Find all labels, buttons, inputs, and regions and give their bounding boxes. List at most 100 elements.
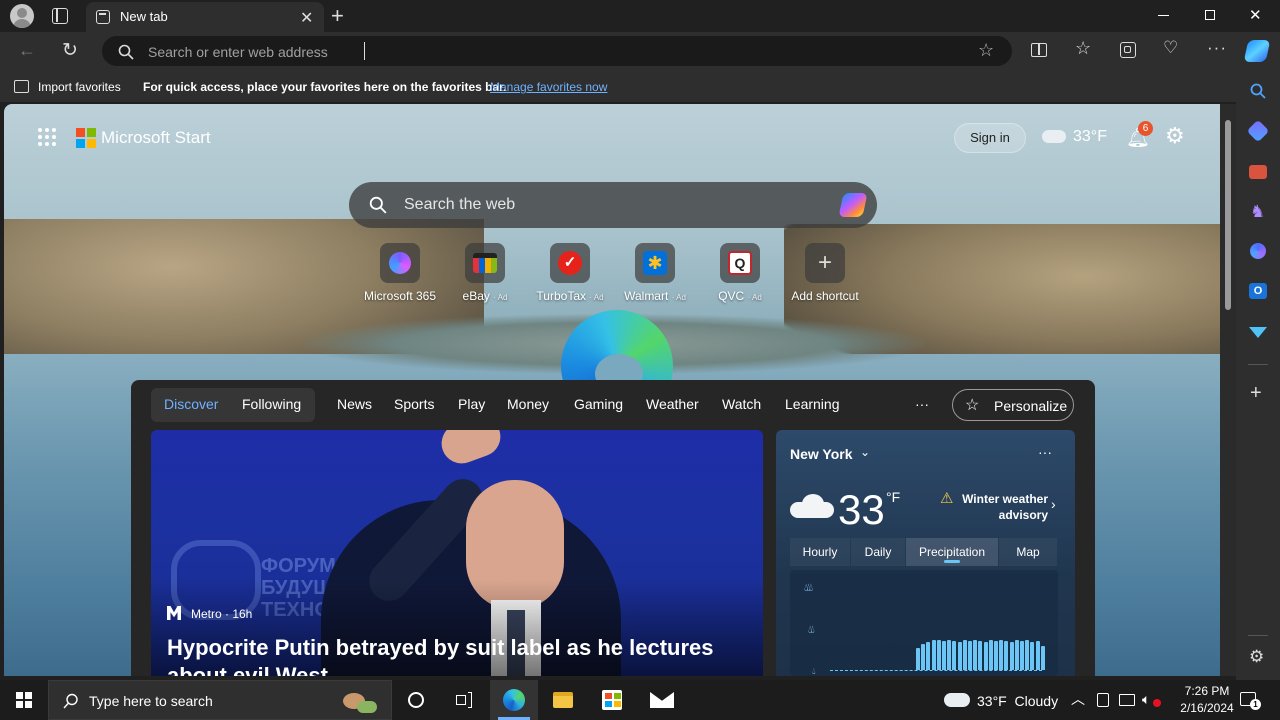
network-icon[interactable] (1119, 694, 1135, 706)
weather-city[interactable]: New York (790, 446, 853, 462)
meet-now-icon[interactable] (1097, 693, 1109, 707)
tab-weather[interactable]: Weather (646, 396, 699, 412)
sidebar-settings-icon[interactable]: ⚙ (1249, 647, 1264, 667)
precipitation-bar (983, 642, 988, 670)
import-favorites-button[interactable]: Import favorites (38, 80, 121, 94)
shopping-icon[interactable] (1246, 119, 1270, 143)
taskbar-weather[interactable]: 33°F Cloudy (977, 693, 1058, 709)
tab-following[interactable]: Following (242, 396, 301, 412)
show-hidden-icons-icon[interactable]: ︿ (1071, 689, 1085, 709)
hero-headline[interactable]: Hypocrite Putin betrayed by suit label a… (167, 634, 747, 676)
shortcut-turbotax[interactable]: ✓ TurboTax · Ad (530, 243, 610, 303)
edge-taskbar-button[interactable] (490, 680, 538, 720)
tab-actions-icon[interactable] (52, 8, 68, 24)
web-search-box[interactable]: Search the web (349, 182, 877, 228)
outlook-icon[interactable]: O (1249, 283, 1267, 299)
tab-sports[interactable]: Sports (394, 396, 434, 412)
back-button[interactable]: ← (18, 40, 36, 61)
favorites-icon[interactable]: ☆ (1075, 38, 1091, 59)
tab-money[interactable]: Money (507, 396, 549, 412)
clock-date[interactable]: 2/16/2024 (1166, 701, 1248, 715)
collections-icon[interactable] (1120, 42, 1136, 58)
mail-icon[interactable] (650, 692, 674, 708)
favorite-star-icon[interactable]: ☆ (978, 40, 994, 61)
task-view-icon[interactable] (456, 692, 472, 708)
hero-source[interactable]: Metro · 16h (191, 607, 252, 621)
precipitation-baseline (830, 670, 1042, 671)
sidebar-search-icon[interactable] (1250, 83, 1266, 99)
notification-badge: 6 (1138, 121, 1153, 136)
tab-new-tab[interactable]: New tab ✕ (86, 2, 324, 32)
copilot-sidebar-icon[interactable] (1250, 243, 1266, 259)
copilot-icon[interactable] (1243, 40, 1271, 62)
profile-avatar[interactable] (10, 4, 34, 28)
city-dropdown-icon[interactable]: ⌄ (860, 445, 870, 459)
chevron-right-icon[interactable]: › (1051, 496, 1056, 512)
address-bar[interactable]: Search or enter web address ☆ (102, 36, 1012, 66)
tab-discover[interactable]: Discover (164, 396, 218, 412)
file-explorer-icon[interactable] (553, 692, 573, 708)
taskbar-search-box[interactable]: Type here to search (48, 680, 392, 720)
clock-time[interactable]: 7:26 PM (1174, 684, 1240, 698)
new-tab-page: Microsoft Start Sign in 33°F 🔔︎ 6 ⚙ Sear… (4, 104, 1220, 676)
cortana-icon[interactable] (408, 692, 424, 708)
games-icon[interactable]: ♞ (1250, 202, 1265, 222)
weather-tab-map[interactable]: Map (999, 538, 1057, 566)
precipitation-bar (931, 640, 936, 670)
favorites-hint: For quick access, place your favorites h… (143, 80, 507, 94)
copilot-search-icon[interactable] (838, 193, 868, 217)
close-window-button[interactable]: ✕ (1249, 6, 1262, 24)
precipitation-bar (1004, 641, 1009, 670)
split-screen-icon[interactable] (1031, 43, 1047, 57)
import-icon (14, 80, 29, 93)
browser-essentials-icon[interactable]: ♡ (1163, 38, 1178, 58)
taskbar-search-input[interactable]: Type here to search (89, 693, 213, 709)
shortcut-microsoft-365[interactable]: Microsoft 365 (360, 243, 440, 303)
new-tab-button[interactable]: + (331, 3, 344, 29)
close-tab-icon[interactable]: ✕ (300, 8, 313, 28)
tab-learning[interactable]: Learning (785, 396, 840, 412)
page-settings-icon[interactable]: ⚙ (1165, 123, 1185, 149)
restore-button[interactable] (1205, 10, 1215, 20)
microsoft-store-icon[interactable] (602, 690, 622, 710)
shortcut-ebay[interactable]: eBay · Ad (445, 243, 525, 303)
tab-watch[interactable]: Watch (722, 396, 761, 412)
more-menu-icon[interactable]: ··· (1207, 38, 1227, 58)
page-scrollbar[interactable] (1220, 104, 1236, 676)
shortcut-walmart[interactable]: ✱ Walmart · Ad (615, 243, 695, 303)
precipitation-bar (978, 641, 983, 670)
app-launcher-icon[interactable] (38, 128, 56, 146)
brand-title[interactable]: Microsoft Start (101, 128, 211, 148)
add-sidebar-app-icon[interactable]: + (1250, 382, 1262, 405)
weather-more-button[interactable]: ··· (1038, 444, 1052, 460)
shortcut-qvc[interactable]: Q QVC · Ad (700, 243, 780, 303)
tab-play[interactable]: Play (458, 396, 485, 412)
drop-icon[interactable] (1249, 327, 1267, 338)
refresh-button[interactable]: ↻ (62, 39, 78, 62)
tools-icon[interactable] (1249, 165, 1267, 179)
web-search-input[interactable]: Search the web (404, 196, 515, 214)
windows-start-icon[interactable] (16, 692, 32, 708)
manage-favorites-link[interactable]: Manage favorites now (490, 80, 607, 94)
tab-gaming[interactable]: Gaming (574, 396, 623, 412)
hero-news-card[interactable]: ФОРУМБУДУЩИХТЕХНОЛОГ Metro · 16h Hypocri… (151, 430, 763, 676)
weather-tab-daily[interactable]: Daily (851, 538, 905, 566)
more-tabs-button[interactable]: ··· (915, 396, 929, 412)
volume-muted-icon[interactable]: 🔈︎ (1142, 691, 1150, 708)
browser-toolbar: ← ↻ Search or enter web address ☆ ☆ ♡ ··… (0, 32, 1280, 72)
shortcut-add[interactable]: + Add shortcut (785, 243, 865, 303)
weather-tab-hourly[interactable]: Hourly (790, 538, 850, 566)
search-highlight-bird-icon (337, 687, 381, 717)
personalize-button[interactable]: ☆ Personalize (952, 389, 1074, 421)
weather-tab-label: Daily (864, 545, 892, 559)
ad-label: · Ad (589, 293, 604, 302)
address-input[interactable]: Search or enter web address (148, 44, 328, 60)
tab-news[interactable]: News (337, 396, 372, 412)
minimize-button[interactable] (1158, 15, 1169, 16)
heavy-rain-icon: 💧︎💧︎💧︎ (804, 582, 813, 594)
medium-rain-icon: 💧︎💧︎ (808, 624, 815, 636)
scrollbar-thumb[interactable] (1225, 120, 1231, 310)
weather-alert[interactable]: Winter weather advisory (958, 491, 1048, 523)
header-temperature[interactable]: 33°F (1073, 128, 1107, 146)
sign-in-button[interactable]: Sign in (954, 123, 1026, 153)
